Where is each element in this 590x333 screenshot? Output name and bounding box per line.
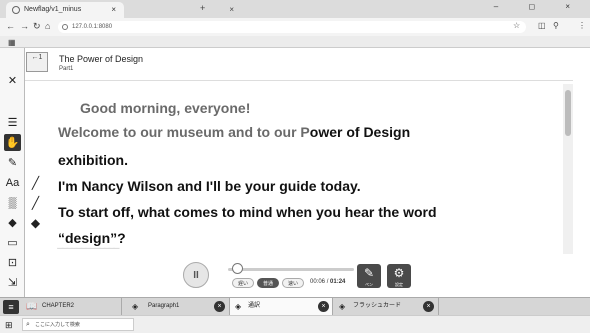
divider — [25, 80, 573, 81]
scrollbar-thumb[interactable] — [565, 90, 571, 136]
layers-icon: ◈ — [339, 302, 346, 311]
windows-start-icon[interactable]: ⊞ — [5, 320, 13, 331]
marker-icon[interactable]: ╱ — [27, 194, 44, 211]
next-line-faded: ‾‾‾‾‾‾‾‾‾‾‾‾‾ — [58, 246, 119, 262]
close-translation-icon[interactable]: × — [318, 301, 329, 312]
text-segment: Good morning, everyone! — [80, 100, 251, 116]
book-icon: 📖 — [26, 301, 38, 311]
home-icon[interactable]: ⌂ — [45, 21, 50, 31]
layers-icon: ◈ — [235, 302, 242, 311]
layers-icon: ◈ — [132, 302, 139, 311]
browser-tab-second[interactable]: × — [126, 2, 242, 18]
speed-fast-button[interactable]: 速い — [282, 278, 304, 288]
browser-tab-active[interactable]: Newflag/v1_minus × — [6, 2, 124, 18]
part-label: Part1 — [59, 66, 74, 72]
taskbar-search-input[interactable]: ⌕ ここに入力して検索 — [22, 318, 134, 331]
page-title: The Power of Design — [59, 54, 144, 64]
tab-paragraph[interactable]: ◈ Paragraph1 × — [122, 298, 230, 315]
eraser-icon[interactable]: ◆ — [4, 214, 21, 231]
settings-label: 設定 — [395, 282, 403, 287]
tab-flashcard[interactable]: ◈ フラッシュカード × — [333, 298, 439, 315]
url-text: 127.0.0.1:8080 — [72, 24, 113, 30]
flashcard-label: フラッシュカード — [353, 303, 402, 309]
speed-slow-button[interactable]: 遅い — [232, 278, 254, 288]
seek-handle[interactable] — [232, 263, 243, 274]
pen-icon: ✎ — [363, 266, 375, 280]
highlight-icon[interactable]: ▒ — [4, 194, 21, 211]
tab-chapter[interactable]: 📖 CHAPTER2 — [22, 298, 122, 315]
export-icon[interactable]: ⇲ — [4, 274, 21, 291]
seek-bar[interactable] — [228, 268, 354, 271]
translation-label: 通訳 — [248, 303, 261, 309]
url-field[interactable]: 127.0.0.1:8080 — [58, 21, 526, 33]
pen-thin-icon[interactable]: ╱ — [27, 174, 44, 191]
text-line[interactable]: Good morning, everyone! — [80, 100, 250, 116]
time-total: 01:24 — [330, 279, 346, 285]
pause-button[interactable]: II — [183, 262, 209, 288]
apps-grid-icon[interactable]: ▦ — [8, 38, 16, 47]
time-readout: 00:06 / 01:24 — [310, 279, 345, 285]
menu-kebab-icon[interactable]: ⋮ — [578, 21, 586, 30]
reload-icon[interactable]: ↻ — [33, 21, 41, 32]
unit-icon-text: ←1 — [31, 54, 43, 61]
extensions-icon[interactable]: ◫ — [538, 21, 546, 30]
tab-translation[interactable]: ◈ 通訳 × — [230, 298, 333, 315]
text-segment: ower of Design — [309, 124, 411, 140]
text-line[interactable]: To start off, what comes to mind when yo… — [58, 204, 437, 220]
paragraph-label: Paragraph1 — [148, 303, 180, 309]
window-controls[interactable]: – ◻ × — [494, 2, 584, 11]
speed-normal-button[interactable]: 普通 — [257, 278, 279, 288]
text-segment: “design”? — [58, 230, 126, 246]
settings-button[interactable]: ⚙ 設定 — [387, 264, 411, 288]
hand-icon[interactable]: ✋ — [4, 134, 21, 151]
time-sep: / — [326, 279, 329, 285]
pen-label: ペン — [365, 282, 373, 287]
tab-close-icon[interactable]: × — [111, 2, 116, 18]
text-segment: exhibition. — [58, 152, 128, 168]
profile-icon[interactable]: ⚲ — [553, 21, 559, 30]
text-line[interactable]: exhibition. — [58, 152, 128, 168]
new-tab-button[interactable]: + — [200, 3, 205, 13]
close-icon[interactable]: ✕ — [4, 72, 21, 89]
chapter-label: CHAPTER2 — [42, 303, 75, 309]
tab2-close-icon[interactable]: × — [229, 2, 234, 18]
favicon-icon — [12, 6, 20, 14]
close-paragraph-icon[interactable]: × — [214, 301, 225, 312]
os-taskbar: ⊞ ⌕ ここに入力して検索 — [0, 315, 590, 333]
back-icon[interactable]: ← — [6, 21, 15, 31]
close-flashcard-icon[interactable]: × — [423, 301, 434, 312]
search-icon: ⌕ — [26, 321, 30, 328]
tab-title: Newflag/v1_minus — [24, 6, 82, 13]
text-segment: I'm Nancy Wilson and I'll be your guide … — [58, 178, 361, 194]
bookmark-star-icon[interactable]: ☆ — [513, 21, 520, 30]
text-segment: Welcome to our museum and to our P — [58, 124, 310, 140]
left-toolbar: ✕ ☰ ✋ ✎ Aa ▒ ◆ ▭ ⊡ ⇲ — [0, 48, 25, 315]
pen-button[interactable]: ✎ ペン — [357, 264, 381, 288]
bottom-tab-bar: ≡ 📖 CHAPTER2 ◈ Paragraph1 × ◈ 通訳 × ◈ フラッ… — [0, 297, 590, 315]
site-info-icon[interactable] — [62, 24, 68, 30]
list-icon[interactable]: ☰ — [4, 114, 21, 131]
hamburger-menu-icon[interactable]: ≡ — [3, 300, 19, 314]
text-line[interactable]: Welcome to our museum and to our Power o… — [58, 124, 410, 140]
pen-icon[interactable]: ✎ — [4, 154, 21, 171]
forward-icon[interactable]: → — [20, 21, 29, 31]
search-placeholder: ここに入力して検索 — [35, 322, 80, 328]
text-segment: To start off, what comes to mind when yo… — [58, 204, 437, 220]
address-bar-row: ← → ↻ ⌂ 127.0.0.1:8080 ☆ ◫ ⚲ ⋮ — [0, 18, 590, 36]
time-current: 00:06 — [310, 279, 326, 285]
gear-icon: ⚙ — [393, 266, 405, 280]
text-size-icon[interactable]: Aa — [4, 174, 21, 191]
browser-tab-strip: Newflag/v1_minus × × + – ◻ × — [0, 0, 590, 18]
expand-icon[interactable]: ⊡ — [4, 254, 21, 271]
window-icon[interactable]: ▭ — [4, 234, 21, 251]
text-line[interactable]: I'm Nancy Wilson and I'll be your guide … — [58, 178, 361, 194]
eraser-small-icon[interactable]: ◆ — [27, 214, 44, 231]
text-line[interactable]: “design”? — [58, 230, 126, 246]
unit-back-button[interactable]: ←1 — [26, 52, 48, 72]
apps-bar: ▦ — [0, 36, 590, 48]
pause-icon: II — [193, 269, 199, 281]
